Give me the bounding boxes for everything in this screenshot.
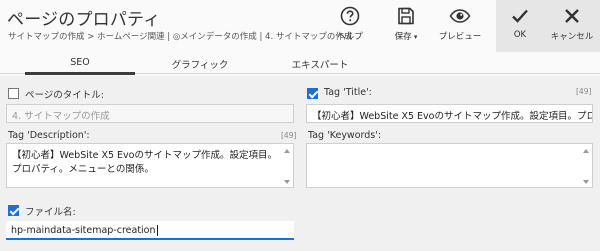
ok-button[interactable]: OK — [496, 6, 544, 40]
tab-seo[interactable]: SEO — [25, 57, 135, 68]
active-tab-indicator — [25, 72, 135, 75]
preview-button[interactable]: プレビュー — [436, 6, 484, 42]
tag-description-textarea[interactable]: 【初心者】WebSite X5 Evoのサイトマップ作成。設定項目。プロパティ。… — [6, 143, 294, 188]
tag-keywords-label: Tag 'Keywords': — [308, 130, 382, 141]
save-label: 保存 — [394, 32, 412, 42]
page-title-label: ページのタイトル: — [25, 90, 105, 101]
cancel-label: キャンセル — [550, 32, 594, 42]
ok-label: OK — [513, 30, 527, 40]
tab-graphics[interactable]: グラフィック — [145, 57, 255, 71]
eye-icon — [449, 9, 471, 23]
save-icon — [398, 7, 414, 25]
preview-label: プレビュー — [438, 32, 482, 42]
scroll-down-icon[interactable] — [583, 180, 589, 184]
breadcrumb: サイトマップの作成 > ホームページ関連 | ◎メインデータの作成 | 4. サ… — [8, 32, 353, 42]
page-title-input[interactable]: 4. サイトマップの作成 — [6, 104, 294, 123]
close-icon — [565, 9, 579, 23]
tag-title-input[interactable]: 【初心者】WebSite X5 Evoのサイトマップ作成。設定項目。プロパティ。… — [306, 104, 593, 123]
cancel-button[interactable]: キャンセル — [544, 6, 600, 42]
scroll-up-icon[interactable] — [284, 149, 290, 153]
scroll-up-icon[interactable] — [583, 149, 589, 153]
tag-title-label: Tag 'Title': — [324, 87, 372, 98]
scroll-down-icon[interactable] — [284, 180, 290, 184]
tag-title-char-count: [49] — [576, 87, 592, 96]
chevron-down-icon: ▾ — [411, 33, 418, 41]
tag-description-char-count: [49] — [281, 131, 297, 140]
help-button[interactable]: ヘルプ — [326, 6, 374, 42]
file-name-checkbox[interactable] — [8, 205, 19, 216]
help-label: ヘルプ — [337, 32, 363, 42]
save-button[interactable]: 保存 ▾ — [382, 6, 430, 42]
dialog-header: ページのプロパティ サイトマップの作成 > ホームページ関連 | ◎メインデータ… — [0, 0, 600, 52]
tab-expert[interactable]: エキスパート — [265, 57, 375, 71]
ok-cancel-group: OK キャンセル — [496, 0, 600, 52]
tag-title-checkbox[interactable] — [307, 88, 318, 99]
file-name-input[interactable]: hp-maindata-sitemap-creation — [6, 221, 294, 240]
file-name-label: ファイル名: — [25, 207, 76, 218]
dialog-title: ページのプロパティ — [7, 10, 161, 30]
tag-description-label: Tag 'Description': — [8, 130, 90, 141]
text-cursor — [156, 225, 158, 236]
page-title-checkbox[interactable] — [8, 88, 19, 99]
tag-keywords-textarea[interactable] — [306, 143, 593, 188]
checkmark-icon — [512, 9, 528, 23]
file-name-value: hp-maindata-sitemap-creation — [11, 225, 156, 236]
help-icon — [340, 6, 360, 26]
